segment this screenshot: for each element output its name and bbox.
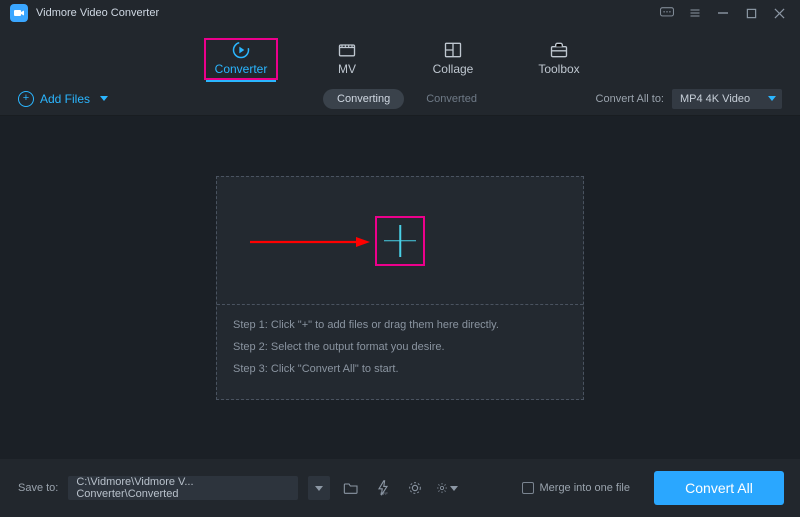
tab-converter[interactable]: Converter (206, 40, 276, 82)
convert-all-button[interactable]: Convert All (654, 471, 784, 505)
minimize-button[interactable] (710, 3, 736, 23)
merge-label: Merge into one file (540, 482, 631, 494)
collage-icon (442, 40, 464, 60)
save-to-label: Save to: (18, 482, 58, 494)
tab-collage[interactable]: Collage (418, 40, 488, 82)
annotation-arrow (250, 237, 370, 247)
menu-icon[interactable] (682, 3, 708, 23)
app-title: Vidmore Video Converter (36, 7, 159, 19)
step-text: Step 2: Select the output format you des… (233, 341, 567, 353)
converter-icon (230, 40, 252, 60)
svg-text:OFF: OFF (380, 491, 389, 496)
step-text: Step 3: Click "Convert All" to start. (233, 363, 567, 375)
convert-all-label: Convert All to: (596, 93, 664, 105)
convert-all-to: Convert All to: MP4 4K Video (596, 89, 782, 109)
step-text: Step 1: Click "+" to add files or drag t… (233, 319, 567, 331)
add-file-plus-button[interactable] (375, 216, 425, 266)
open-folder-button[interactable] (340, 477, 362, 499)
center-tabs: Converting Converted (323, 89, 477, 109)
convert-all-button-label: Convert All (685, 480, 753, 496)
high-speed-button[interactable] (404, 477, 426, 499)
top-nav: Converter MV Collage Toolbox (0, 26, 800, 82)
chevron-down-icon (450, 486, 458, 491)
settings-button[interactable] (436, 477, 458, 499)
dropzone[interactable]: Step 1: Click "+" to add files or drag t… (216, 176, 584, 400)
nav-label: MV (338, 62, 356, 76)
tab-mv[interactable]: MV (312, 40, 382, 82)
add-files-button[interactable]: + Add Files (18, 91, 108, 107)
tab-toolbox[interactable]: Toolbox (524, 40, 594, 82)
maximize-button[interactable] (738, 3, 764, 23)
main-area: Step 1: Click "+" to add files or drag t… (0, 116, 800, 459)
output-format-select[interactable]: MP4 4K Video (672, 89, 782, 109)
add-files-label: Add Files (40, 92, 90, 106)
close-button[interactable] (766, 3, 792, 23)
tool-row: + Add Files Converting Converted Convert… (0, 82, 800, 116)
plus-circle-icon: + (18, 91, 34, 107)
save-path-dropdown[interactable] (308, 476, 330, 500)
dropzone-upper[interactable] (217, 177, 583, 305)
nav-label: Converter (215, 62, 268, 76)
feedback-icon[interactable] (654, 3, 680, 23)
hardware-accel-button[interactable]: OFF (372, 477, 394, 499)
save-path-value: C:\Vidmore\Vidmore V... Converter\Conver… (76, 476, 290, 500)
mv-icon (336, 40, 358, 60)
nav-label: Collage (433, 62, 474, 76)
plus-icon (382, 223, 418, 259)
merge-checkbox[interactable] (522, 482, 534, 494)
footer: Save to: C:\Vidmore\Vidmore V... Convert… (0, 459, 800, 517)
chevron-down-icon (768, 96, 776, 101)
save-path-field[interactable]: C:\Vidmore\Vidmore V... Converter\Conver… (68, 476, 298, 500)
nav-label: Toolbox (538, 62, 579, 76)
title-bar: Vidmore Video Converter (0, 0, 800, 26)
output-format-value: MP4 4K Video (680, 93, 750, 105)
merge-option[interactable]: Merge into one file (522, 482, 631, 494)
app-logo-icon (10, 4, 28, 22)
tab-converted[interactable]: Converted (426, 93, 477, 105)
chevron-down-icon (100, 96, 108, 101)
toolbox-icon (548, 40, 570, 60)
chevron-down-icon (315, 486, 323, 491)
tab-converting[interactable]: Converting (323, 89, 404, 109)
dropzone-instructions: Step 1: Click "+" to add files or drag t… (217, 305, 583, 399)
